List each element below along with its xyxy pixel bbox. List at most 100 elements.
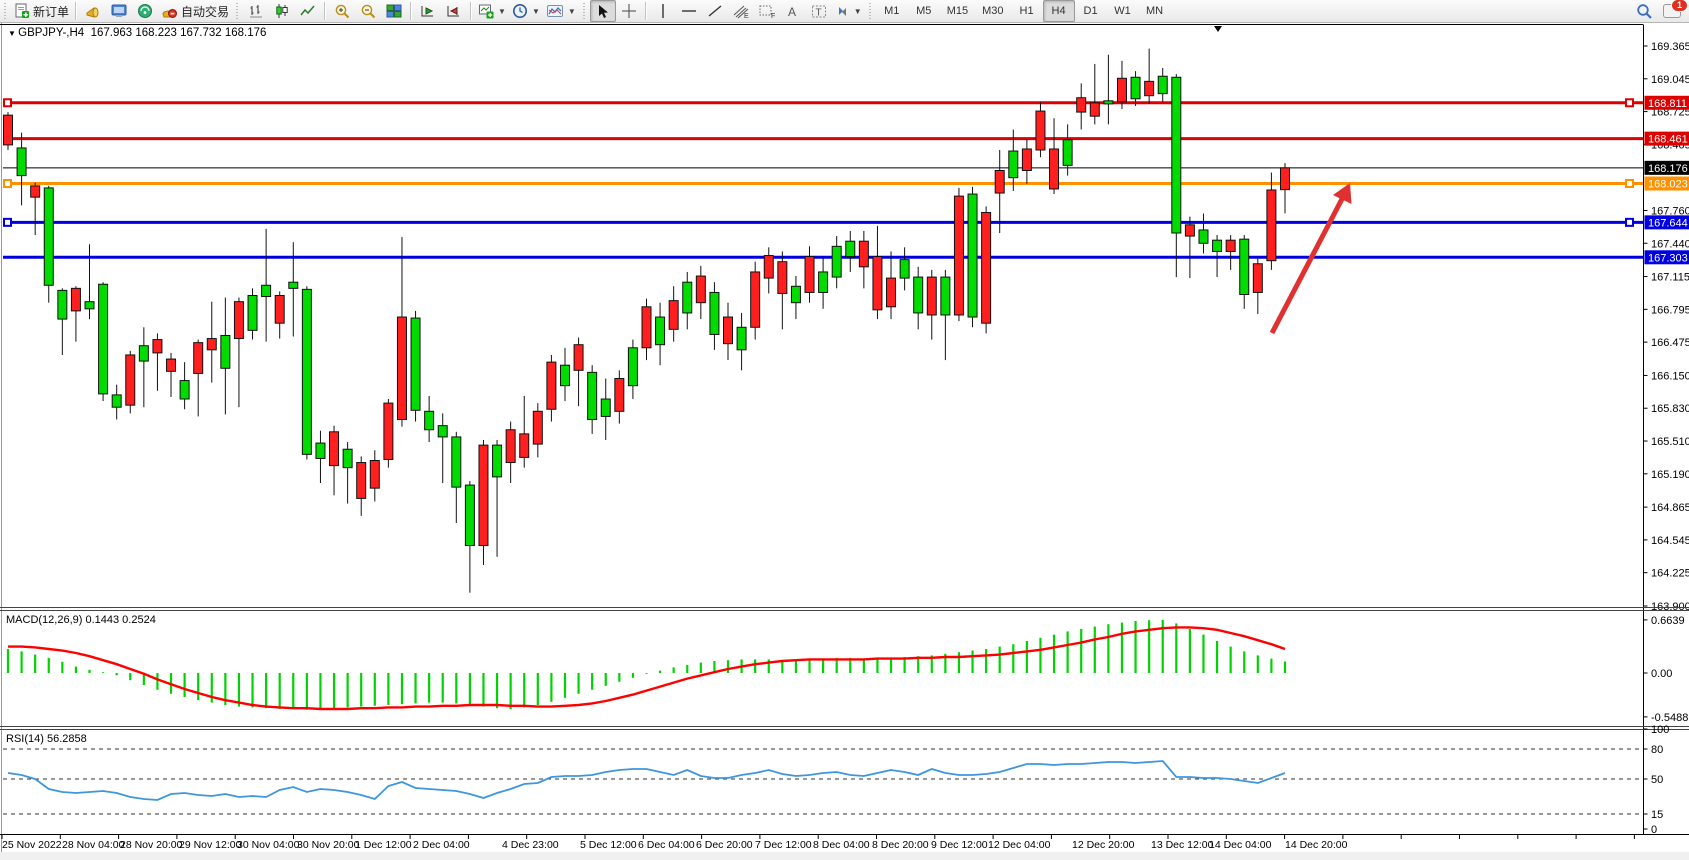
crosshair-tool-button[interactable] bbox=[616, 0, 642, 22]
search-icon[interactable] bbox=[1636, 3, 1653, 20]
rsi-tick-label: 100 bbox=[1651, 724, 1669, 736]
price-tick-label: 165.510 bbox=[1651, 436, 1689, 448]
price-tag-label: 167.303 bbox=[1648, 252, 1688, 264]
rsi-tick-label: 80 bbox=[1651, 744, 1663, 756]
toolbar-grip[interactable] bbox=[868, 3, 873, 19]
clock-icon bbox=[512, 3, 528, 19]
candle bbox=[289, 282, 298, 288]
line-right-handle[interactable] bbox=[1626, 219, 1633, 226]
indicators-dropdown[interactable]: ▼ bbox=[543, 0, 579, 22]
new-chart-dropdown[interactable]: ▼ bbox=[475, 0, 509, 22]
candle bbox=[615, 379, 624, 412]
trendline-tool[interactable] bbox=[702, 0, 728, 22]
text-tool[interactable]: A bbox=[780, 0, 806, 22]
tile-windows-button[interactable] bbox=[381, 0, 407, 22]
timeframe-button-h1[interactable]: H1 bbox=[1011, 0, 1043, 22]
bar-chart-icon bbox=[248, 3, 264, 19]
dropdown-caret: ▼ bbox=[532, 7, 540, 16]
candle bbox=[1131, 77, 1140, 99]
candle bbox=[343, 449, 352, 467]
cursor-tool-button[interactable] bbox=[590, 0, 616, 22]
timeframe-button-d1[interactable]: D1 bbox=[1075, 0, 1107, 22]
chart-shift-icon bbox=[446, 3, 462, 19]
channel-tool[interactable]: F bbox=[754, 0, 780, 22]
candle bbox=[465, 485, 474, 545]
candle bbox=[656, 317, 665, 345]
svg-text:E: E bbox=[744, 13, 749, 19]
period-dropdown[interactable]: ▼ bbox=[509, 0, 543, 22]
candle bbox=[438, 426, 447, 437]
auto-trade-button[interactable]: 自动交易 bbox=[158, 0, 232, 22]
timeframe-button-h4[interactable]: H4 bbox=[1043, 0, 1075, 22]
symbol-period: GBPJPY-,H4 bbox=[18, 27, 84, 39]
separator bbox=[410, 2, 412, 20]
toolbar-grip[interactable] bbox=[582, 3, 587, 19]
svg-text:A: A bbox=[788, 5, 796, 19]
date-label: 30 Nov 20:00 bbox=[297, 839, 360, 851]
zoom-in-button[interactable] bbox=[329, 0, 355, 22]
candle bbox=[493, 445, 502, 477]
timeframe-button-mn[interactable]: MN bbox=[1139, 0, 1171, 22]
candle bbox=[167, 359, 176, 371]
megaphone-icon bbox=[85, 4, 102, 19]
line-left-handle[interactable] bbox=[4, 180, 11, 187]
candle bbox=[1185, 225, 1194, 236]
timeframe-label: D1 bbox=[1080, 5, 1102, 17]
line-chart-button[interactable] bbox=[295, 0, 321, 22]
toolbar-grip[interactable] bbox=[3, 3, 8, 19]
horizontal-line-tool[interactable] bbox=[676, 0, 702, 22]
vertical-line-tool[interactable] bbox=[650, 0, 676, 22]
zoom-in-icon bbox=[334, 3, 351, 19]
terminal-button[interactable] bbox=[106, 0, 132, 22]
auto-scroll-button[interactable] bbox=[415, 0, 441, 22]
price-tick-label: 167.440 bbox=[1651, 238, 1689, 250]
ohlc-values: 167.963 168.223 167.732 168.176 bbox=[91, 27, 267, 39]
text-label-tool[interactable]: T bbox=[806, 0, 832, 22]
chart-canvas[interactable]: 169.365169.045168.725168.405167.760167.4… bbox=[0, 0, 1689, 860]
zoom-out-button[interactable] bbox=[355, 0, 381, 22]
candlestick-chart-button[interactable] bbox=[269, 0, 295, 22]
timeframe-button-m5[interactable]: M5 bbox=[908, 0, 940, 22]
candle bbox=[574, 345, 583, 371]
candle bbox=[194, 343, 203, 374]
candle bbox=[846, 241, 855, 256]
trendline-icon bbox=[707, 3, 723, 19]
candle bbox=[601, 399, 610, 416]
auto-trade-icon bbox=[161, 4, 178, 19]
toolbar-grip[interactable] bbox=[235, 3, 240, 19]
candle bbox=[1063, 140, 1072, 166]
main-toolbar: 新订单 自动交易 bbox=[0, 0, 1689, 23]
symbol-dropdown-arrow[interactable]: ▼ bbox=[8, 29, 18, 38]
line-right-handle[interactable] bbox=[1626, 99, 1633, 106]
candle bbox=[126, 355, 135, 405]
chart-title: ▼ GBPJPY-,H4 167.963 168.223 167.732 168… bbox=[8, 27, 266, 39]
timeframe-button-m15[interactable]: M15 bbox=[940, 0, 975, 22]
timeframe-label: M15 bbox=[943, 5, 972, 17]
notifications-button[interactable]: 1 bbox=[1663, 4, 1681, 18]
cursor-icon bbox=[596, 4, 610, 19]
timeframe-button-m1[interactable]: M1 bbox=[876, 0, 908, 22]
timeframe-button-m30[interactable]: M30 bbox=[975, 0, 1010, 22]
line-left-handle[interactable] bbox=[4, 99, 11, 106]
channel-icon: F bbox=[758, 3, 776, 19]
price-tick-label: 166.475 bbox=[1651, 337, 1689, 349]
chart-shift-button[interactable] bbox=[441, 0, 467, 22]
megaphone-button[interactable] bbox=[80, 0, 106, 22]
vertical-line-icon bbox=[657, 3, 669, 19]
price-tick-label: 167.115 bbox=[1651, 272, 1689, 284]
rsi-tick-label: 15 bbox=[1651, 809, 1663, 821]
candle bbox=[778, 262, 787, 294]
candle bbox=[207, 339, 216, 350]
rsi-pane-label: RSI(14) 56.2858 bbox=[6, 733, 87, 745]
date-label: 8 Dec 20:00 bbox=[872, 839, 929, 851]
new-order-button[interactable]: 新订单 bbox=[11, 0, 72, 22]
fibonacci-tool[interactable]: E bbox=[728, 0, 754, 22]
timeframe-button-w1[interactable]: W1 bbox=[1107, 0, 1139, 22]
line-right-handle[interactable] bbox=[1626, 180, 1633, 187]
bar-chart-button[interactable] bbox=[243, 0, 269, 22]
signals-button[interactable] bbox=[132, 0, 158, 22]
arrows-dropdown[interactable]: ▼ bbox=[832, 0, 865, 22]
candle bbox=[873, 257, 882, 310]
line-left-handle[interactable] bbox=[4, 219, 11, 226]
new-order-label: 新订单 bbox=[33, 3, 69, 20]
